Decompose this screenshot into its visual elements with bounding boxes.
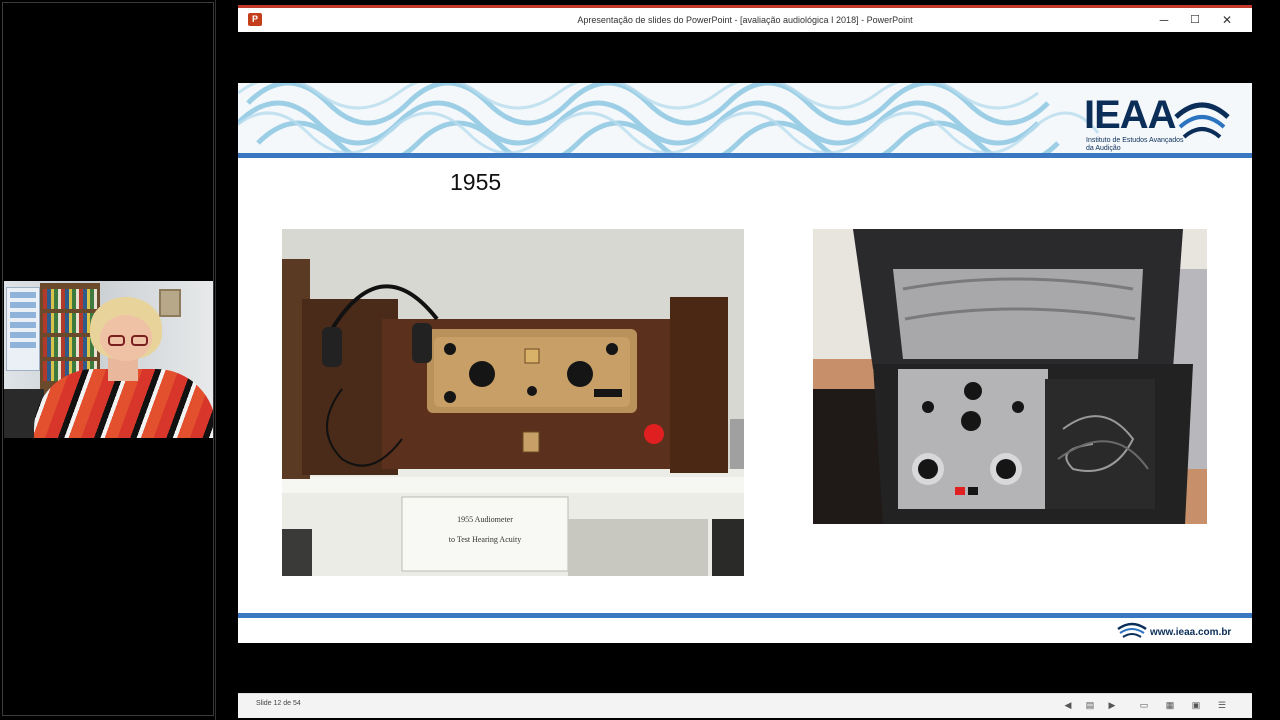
normal-view-icon[interactable]: ▭ xyxy=(1138,700,1150,710)
slide-list-icon[interactable]: ▤ xyxy=(1084,700,1096,710)
reading-view-icon[interactable]: ▣ xyxy=(1190,700,1202,710)
presenter-glasses xyxy=(108,335,150,347)
audiometer-1955-photo: 1955 Audiometer to Test Hearing Acuity xyxy=(282,229,744,576)
play-icon[interactable]: ▶ xyxy=(1106,700,1118,710)
status-bar: Slide 12 de 54 ◀ ▤ ▶ ▭ ▦ ▣ ☰ xyxy=(238,693,1252,718)
presenter-hair xyxy=(90,297,162,361)
slide-counter: Slide 12 de 54 xyxy=(256,700,301,707)
minimize-button[interactable]: ─ xyxy=(1149,8,1179,32)
webcam-feed xyxy=(4,281,213,438)
audiometer-label-line2: to Test Hearing Acuity xyxy=(448,535,522,544)
slide-sorter-icon[interactable]: ▦ xyxy=(1164,700,1176,710)
portable-audiometer-photo xyxy=(813,229,1207,524)
slide-header-banner: IEAA Instituto de Estudos Avançados da A… xyxy=(238,83,1252,153)
logo-wordmark: IEAA xyxy=(1084,93,1177,137)
video-panel xyxy=(0,0,216,720)
logo-subtitle: Instituto de Estudos Avançados da Audiçã… xyxy=(1086,137,1184,152)
previous-slide-icon[interactable]: ◀ xyxy=(1062,700,1074,710)
maximize-button[interactable]: ☐ xyxy=(1180,8,1210,32)
audiometer-label-line1: 1955 Audiometer xyxy=(457,515,513,524)
close-button[interactable]: ✕ xyxy=(1212,8,1242,32)
ieaa-logo: IEAA Instituto de Estudos Avançados da A… xyxy=(1084,95,1234,153)
screen: P Apresentação de slides do PowerPoint -… xyxy=(0,0,1280,720)
powerpoint-window: P Apresentação de slides do PowerPoint -… xyxy=(238,5,1252,718)
portable-audiometer-illustration xyxy=(813,229,1207,524)
slide-title: 1955 xyxy=(450,169,502,195)
footer-divider-line xyxy=(238,613,1252,618)
footer-website-url[interactable]: www.ieaa.com.br xyxy=(1150,627,1231,638)
webcam-picture-frame xyxy=(159,289,181,317)
footer-wave-icon xyxy=(1117,622,1147,638)
window-titlebar[interactable]: P Apresentação de slides do PowerPoint -… xyxy=(238,8,1252,32)
slide-canvas[interactable]: IEAA Instituto de Estudos Avançados da A… xyxy=(238,83,1252,643)
slideshow-view-icon[interactable]: ☰ xyxy=(1216,700,1228,710)
window-title: Apresentação de slides do PowerPoint - [… xyxy=(577,15,913,25)
header-divider-line xyxy=(238,153,1252,158)
webcam-poster xyxy=(6,287,40,371)
